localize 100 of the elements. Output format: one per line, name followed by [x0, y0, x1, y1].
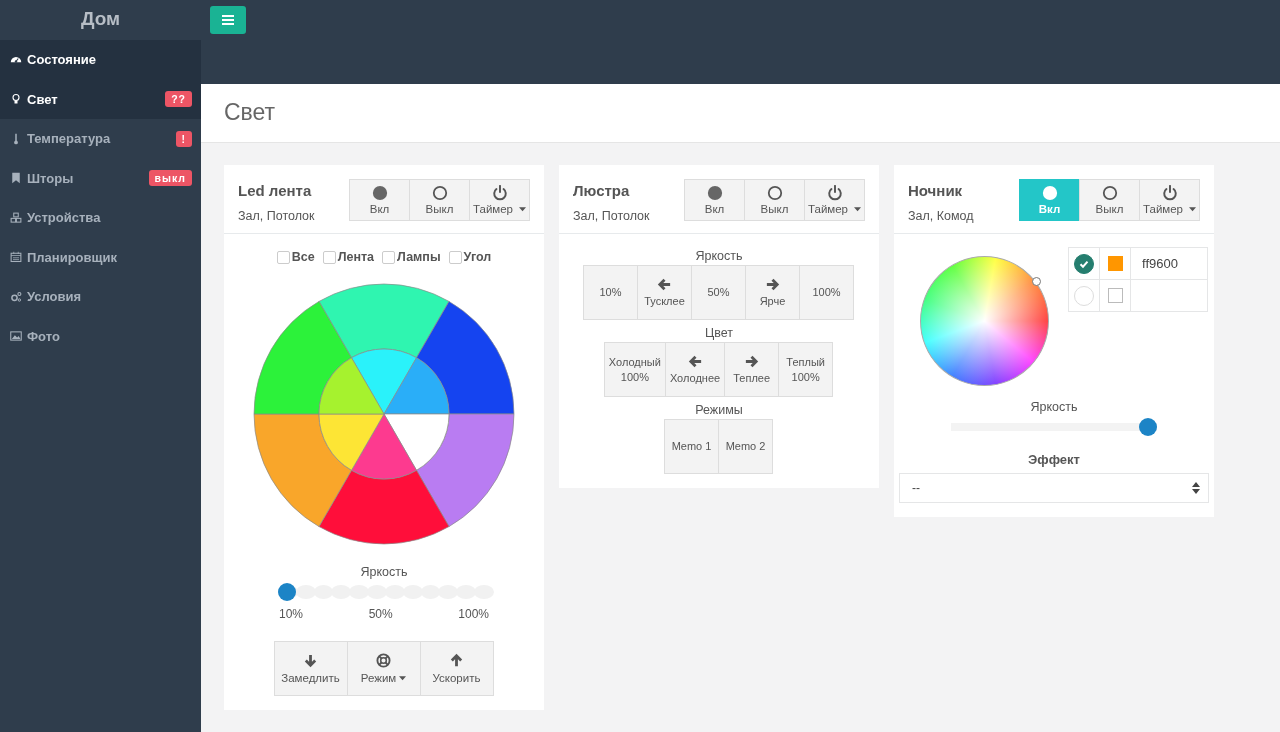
- status-badge: !: [175, 130, 192, 147]
- caret-icon: [1189, 206, 1196, 212]
- sidebar-item[interactable]: Устройства: [0, 198, 201, 238]
- arrow-up-icon: [449, 653, 464, 668]
- power-icon: [826, 185, 843, 201]
- slider-thumb[interactable]: [278, 583, 296, 601]
- picker-handle[interactable]: [1032, 277, 1041, 286]
- device-location: Зал, Комод: [908, 209, 974, 223]
- preset-button[interactable]: Холоднее: [664, 342, 726, 397]
- gears-icon: [10, 290, 22, 303]
- slider-tick-label: 10%: [279, 607, 304, 621]
- checkbox-label: Все: [291, 250, 315, 264]
- device-title: Ночник: [908, 182, 964, 199]
- status-badge: выкл: [148, 170, 192, 187]
- effect-label: Эффект: [1028, 452, 1080, 467]
- caret-icon: [854, 206, 861, 212]
- device-location: Зал, Потолок: [238, 209, 315, 223]
- group-label: Режимы: [695, 403, 743, 417]
- power-toggle[interactable]: Выкл: [744, 179, 805, 221]
- filled-circle-icon: [1041, 185, 1058, 201]
- calendar-icon: [10, 251, 22, 264]
- color-segment[interactable]: [416, 301, 515, 415]
- speed-button[interactable]: Ускорить: [419, 641, 494, 696]
- slider-label: Яркость: [360, 565, 408, 579]
- slider-tick-label: 50%: [368, 607, 393, 621]
- menu-button[interactable]: [210, 6, 246, 34]
- color-segment[interactable]: [383, 357, 450, 415]
- preset-button[interactable]: Теплее: [724, 342, 780, 397]
- sidebar-item[interactable]: Условия: [0, 277, 201, 317]
- checkbox[interactable]: [382, 250, 396, 264]
- checkbox-label: Лампы: [397, 250, 441, 264]
- group-label: Яркость: [695, 249, 743, 263]
- preset-button[interactable]: 50%: [691, 265, 746, 320]
- arrow-right-icon: [765, 276, 780, 292]
- group-label: Цвет: [705, 326, 733, 340]
- circle-icon: [766, 185, 783, 201]
- slider-tick-label: 100%: [458, 607, 489, 621]
- preset-button[interactable]: Ярче: [745, 265, 800, 320]
- device-location: Зал, Потолок: [573, 209, 650, 223]
- caret-icon: [519, 206, 526, 212]
- effect-select[interactable]: --: [899, 473, 1209, 503]
- color-segment[interactable]: [318, 283, 450, 359]
- device-title: Люстра: [573, 182, 631, 199]
- sidebar-item[interactable]: Планировщик: [0, 237, 201, 277]
- timer-button[interactable]: Таймер: [1139, 179, 1200, 221]
- sidebar-item[interactable]: Фото: [0, 316, 201, 356]
- hex-input[interactable]: ff9600: [1130, 247, 1208, 280]
- timer-button[interactable]: Таймер: [469, 179, 530, 221]
- preset-radio[interactable]: [1074, 253, 1094, 274]
- slider-thumb[interactable]: [1139, 418, 1157, 436]
- power-toggle[interactable]: Вкл: [349, 179, 410, 221]
- arrow-down-icon: [303, 653, 318, 668]
- checkbox-label: Лента: [337, 250, 375, 264]
- menu-icon: [222, 15, 234, 25]
- preset-button[interactable]: 10%: [583, 265, 638, 320]
- sidebar-item[interactable]: Шторы выкл: [0, 158, 201, 198]
- bulb-icon: [10, 93, 22, 106]
- color-segment[interactable]: [318, 357, 385, 415]
- color-segment[interactable]: [253, 301, 352, 415]
- color-segment[interactable]: [318, 469, 450, 545]
- color-segment[interactable]: [253, 413, 352, 527]
- page-title: Свет: [224, 99, 276, 127]
- color-segment[interactable]: [351, 413, 417, 480]
- power-toggle[interactable]: Вкл: [684, 179, 745, 221]
- preset-button[interactable]: Memo 2: [718, 419, 773, 474]
- arrow-left-icon: [657, 276, 672, 292]
- color-segment[interactable]: [383, 413, 450, 471]
- preset-button[interactable]: Тусклее: [637, 265, 692, 320]
- preset-button[interactable]: 100%: [799, 265, 854, 320]
- timer-button[interactable]: Таймер: [804, 179, 865, 221]
- sidebar-item[interactable]: Температура !: [0, 119, 201, 159]
- preset-button[interactable]: Memo 1: [664, 419, 719, 474]
- speed-button[interactable]: Режим: [346, 641, 421, 696]
- checkbox[interactable]: [448, 250, 462, 264]
- color-segment[interactable]: [318, 413, 385, 471]
- power-icon: [1161, 185, 1178, 201]
- preset-button[interactable]: Теплый 100%: [778, 342, 834, 397]
- sidebar-item[interactable]: Состояние: [0, 40, 201, 80]
- lifebuoy-icon: [376, 653, 391, 668]
- slider-label: Яркость: [1030, 400, 1078, 414]
- color-swatch: [1107, 288, 1123, 303]
- image-icon: [10, 330, 22, 343]
- sidebar-item[interactable]: Свет ??: [0, 79, 201, 119]
- preset-button[interactable]: Холодный 100%: [603, 342, 666, 397]
- power-icon: [491, 185, 508, 201]
- checkbox[interactable]: [322, 250, 336, 264]
- up-down-caret-icon: [1192, 482, 1200, 494]
- brightness-slider[interactable]: [278, 583, 492, 601]
- power-toggle[interactable]: Выкл: [1079, 179, 1140, 221]
- color-segment[interactable]: [351, 348, 417, 415]
- filled-circle-icon: [371, 185, 388, 201]
- color-segment[interactable]: [416, 413, 515, 527]
- hex-input[interactable]: [1130, 279, 1208, 312]
- power-toggle[interactable]: Выкл: [409, 179, 470, 221]
- checkbox[interactable]: [276, 250, 290, 264]
- brand-title: Дом: [79, 7, 122, 31]
- speed-button[interactable]: Замедлить: [273, 641, 348, 696]
- arrow-right-icon: [744, 353, 760, 369]
- filled-circle-icon: [706, 185, 723, 201]
- checkbox-label: Угол: [463, 250, 492, 264]
